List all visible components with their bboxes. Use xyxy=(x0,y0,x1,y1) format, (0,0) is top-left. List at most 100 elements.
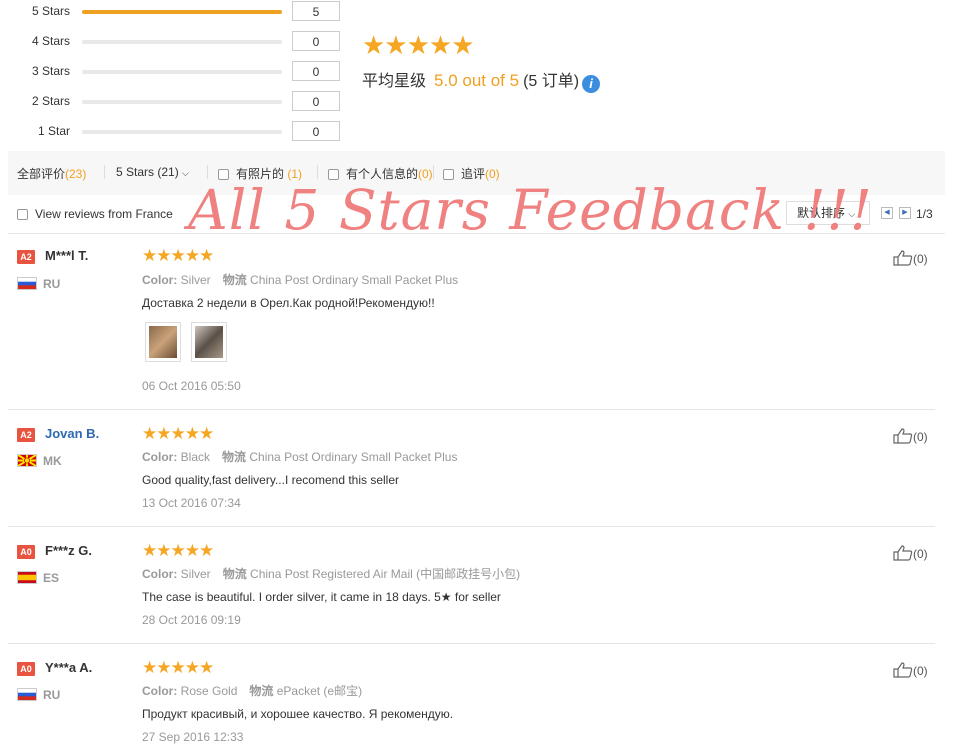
stars-filter-select[interactable]: 5 Stars (21) ⌵ xyxy=(116,165,189,179)
thumbs-up-icon xyxy=(893,545,913,561)
histogram-count: 0 xyxy=(292,31,340,51)
review-date: 06 Oct 2016 05:50 xyxy=(142,379,241,393)
reviewer-country: RU xyxy=(43,277,61,291)
caret-left-icon: ◀ xyxy=(884,209,890,216)
shipping-value: China Post Ordinary Small Packet Plus xyxy=(249,450,458,464)
histogram-row-4[interactable]: 4 Stars 0 xyxy=(0,31,345,53)
histogram-bar xyxy=(82,10,282,14)
reviewer-name-link[interactable]: Jovan B. xyxy=(45,426,99,441)
buyer-level-badge: A0 xyxy=(17,662,35,676)
histogram-count: 0 xyxy=(292,61,340,81)
histogram-bar xyxy=(82,130,282,134)
color-value: Rose Gold xyxy=(180,684,238,698)
divider xyxy=(317,165,318,179)
histogram-label: 2 Stars xyxy=(32,94,71,108)
page-indicator: 1/3 xyxy=(916,207,933,221)
color-key: Color: xyxy=(142,684,178,698)
filter-all-count: (23) xyxy=(65,167,87,181)
average-summary: 平均星级 5.0 out of 5 (5 订单) i xyxy=(362,70,601,93)
histogram-bar-fill xyxy=(82,10,282,14)
buyer-level-badge: A0 xyxy=(17,545,35,559)
histogram-row-3[interactable]: 3 Stars 0 xyxy=(0,61,345,83)
color-key: Color: xyxy=(142,450,178,464)
reviewer-name: F***z G. xyxy=(45,543,92,558)
order-count: (5 订单) xyxy=(523,73,580,90)
divider xyxy=(8,409,935,410)
helpful-count: (0) xyxy=(913,252,928,266)
shipping-value: China Post Registered Air Mail (中国邮政挂号小包… xyxy=(250,567,521,581)
helpful-count: (0) xyxy=(913,547,928,561)
histogram-row-5[interactable]: 5 Stars 5 xyxy=(0,1,345,23)
histogram-bar xyxy=(82,100,282,104)
filter-country-france[interactable]: View reviews from France xyxy=(17,207,173,221)
flag-ru-icon xyxy=(17,688,37,701)
thumbs-up-icon xyxy=(893,428,913,444)
helpful-button[interactable]: (0) xyxy=(893,250,928,266)
review-photo-thumbnail[interactable] xyxy=(145,322,181,362)
filter-all[interactable]: 全部评价(23) xyxy=(17,165,86,182)
flag-ru-icon xyxy=(17,277,37,290)
histogram-count: 0 xyxy=(292,121,340,141)
histogram-row-1[interactable]: 1 Star 0 xyxy=(0,121,345,143)
histogram-label: 4 Stars xyxy=(32,34,71,48)
divider xyxy=(8,643,935,644)
thumbs-up-icon xyxy=(893,662,913,678)
shipping-key: 物流 xyxy=(222,450,247,464)
review-meta: Color: Silver 物流 China Post Registered Ai… xyxy=(142,565,520,582)
review-text: Доставка 2 недели в Орел.Как родной!Реко… xyxy=(142,296,435,310)
helpful-button[interactable]: (0) xyxy=(893,428,928,444)
divider xyxy=(433,165,434,179)
review-photo-thumbnail[interactable] xyxy=(191,322,227,362)
histogram-label: 5 Stars xyxy=(32,4,71,18)
review-meta: Color: Rose Gold 物流 ePacket (e邮宝) xyxy=(142,682,362,699)
divider xyxy=(8,526,935,527)
review-text: The case is beautiful. I order silver, i… xyxy=(142,590,501,604)
prev-page-button[interactable]: ◀ xyxy=(881,207,893,219)
histogram-row-2[interactable]: 2 Stars 0 xyxy=(0,91,345,113)
buyer-level-badge: A2 xyxy=(17,428,35,442)
color-value: Silver xyxy=(180,273,211,287)
review-stars: ★★★★★ xyxy=(142,246,214,265)
histogram-label: 3 Stars xyxy=(32,64,71,78)
review-text: Продукт красивый, и хорошее качество. Я … xyxy=(142,707,454,721)
histogram-count: 0 xyxy=(292,91,340,111)
info-icon[interactable]: i xyxy=(582,75,601,93)
promo-overlay-text: All 5 Stars Feedback !!! xyxy=(188,178,873,242)
next-page-button[interactable]: ▶ xyxy=(899,207,911,219)
reviewer-country: ES xyxy=(43,571,60,585)
reviewer-name: M***l T. xyxy=(45,248,89,263)
histogram-bar xyxy=(82,70,282,74)
filter-country-label: View reviews from France xyxy=(35,207,173,221)
buyer-level-badge: A2 xyxy=(17,250,35,264)
divider xyxy=(207,165,208,179)
color-value: Silver xyxy=(180,567,211,581)
reviewer-country: MK xyxy=(43,454,62,468)
reviewer-name: Y***a A. xyxy=(45,660,93,675)
review-stars: ★★★★★ xyxy=(142,658,214,677)
helpful-button[interactable]: (0) xyxy=(893,545,928,561)
shipping-value: ePacket (e邮宝) xyxy=(276,684,363,698)
thumbs-up-icon xyxy=(893,250,913,266)
histogram-count: 5 xyxy=(292,1,340,21)
rating-histogram: 5 Stars 5 4 Stars 0 3 Stars 0 2 Stars 0 … xyxy=(0,0,345,150)
shipping-key: 物流 xyxy=(222,567,247,581)
average-score: 5.0 out of 5 xyxy=(434,71,520,90)
helpful-count: (0) xyxy=(913,664,928,678)
helpful-button[interactable]: (0) xyxy=(893,662,928,678)
flag-mk-icon xyxy=(17,454,37,467)
shipping-key: 物流 xyxy=(222,273,247,287)
review-date: 27 Sep 2016 12:33 xyxy=(142,730,244,744)
review-date: 13 Oct 2016 07:34 xyxy=(142,496,241,510)
histogram-label: 1 Star xyxy=(38,124,71,138)
flag-es-icon xyxy=(17,571,37,584)
color-value: Black xyxy=(180,450,211,464)
checkbox[interactable] xyxy=(17,209,28,220)
average-stars: ★★★★★ xyxy=(362,30,475,60)
review-stars: ★★★★★ xyxy=(142,424,214,443)
histogram-bar xyxy=(82,40,282,44)
stars-filter-value: 5 Stars (21) xyxy=(116,165,179,179)
review-text: Good quality,fast delivery...I recomend … xyxy=(142,473,400,487)
average-label: 平均星级 xyxy=(362,73,427,90)
review-meta: Color: Silver 物流 China Post Ordinary Smal… xyxy=(142,271,458,288)
color-key: Color: xyxy=(142,567,178,581)
